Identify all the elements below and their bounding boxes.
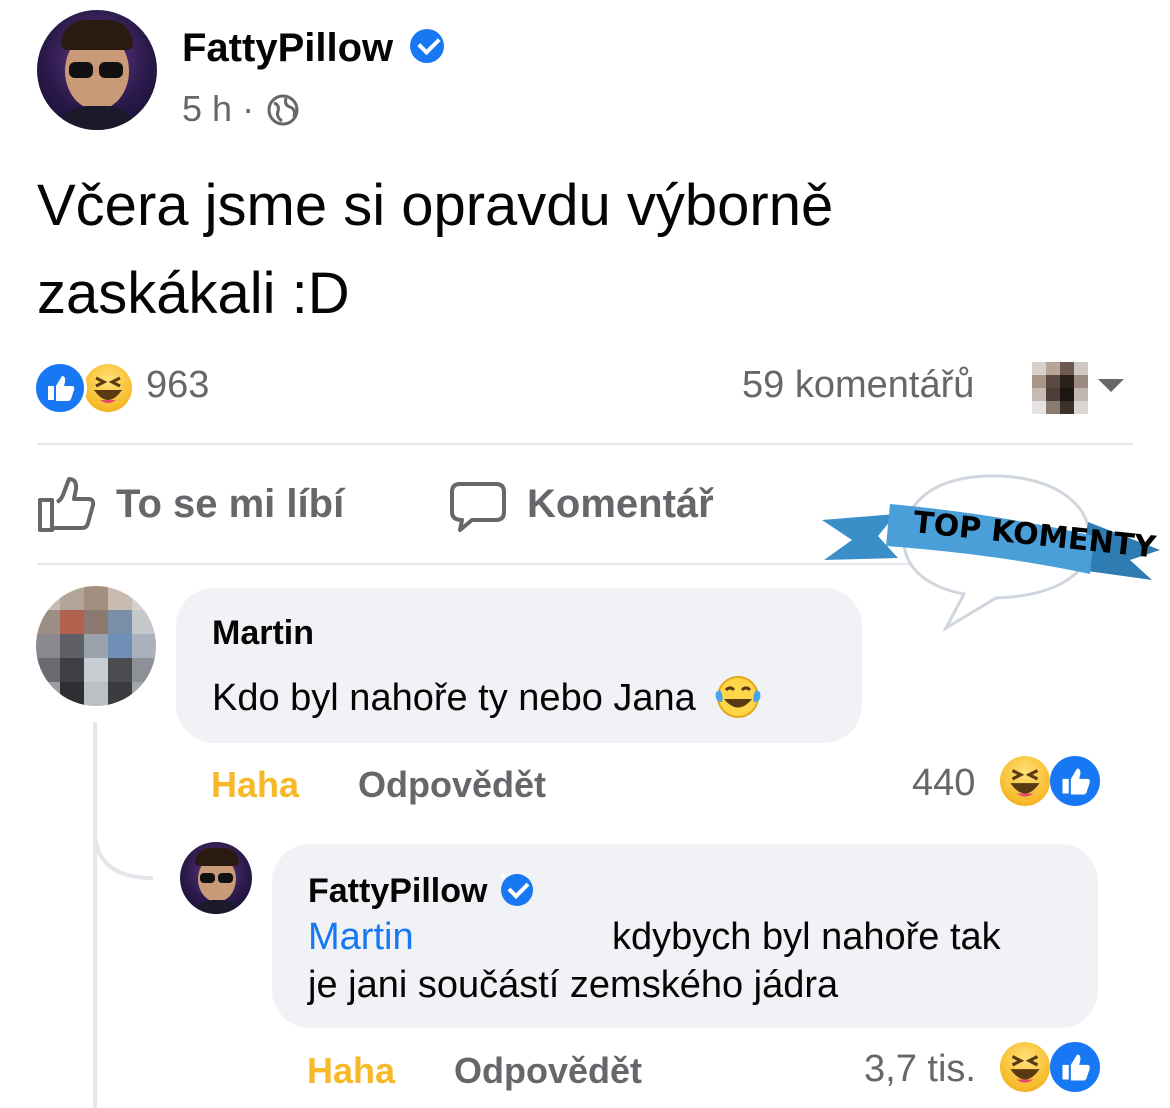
reply-button[interactable]: Odpovědět [358, 764, 546, 806]
comment-bubble[interactable]: Martin Kdo byl nahoře ty nebo Jana [176, 588, 862, 743]
post-author-name[interactable]: FattyPillow [182, 26, 445, 71]
haha-reaction-icon [84, 364, 132, 412]
comment-avatar-pixelated[interactable] [36, 586, 156, 706]
like-reaction-icon [1047, 1039, 1103, 1095]
reply-text-line1: Martin kdybych byl nahoře tak [308, 916, 1001, 958]
haha-reaction-button[interactable]: Haha [307, 1050, 395, 1092]
comment-outline-icon[interactable] [450, 480, 506, 534]
comment-author[interactable]: Martin [212, 614, 314, 653]
reply-reaction-count[interactable]: 3,7 tis. [864, 1048, 976, 1091]
haha-reaction-button[interactable]: Haha [211, 764, 299, 806]
post-time[interactable]: 5 h [182, 88, 232, 129]
top-comments-badge: TOP KOMENTY [822, 474, 1160, 633]
reply-thread-connector [93, 830, 154, 880]
comment-button[interactable]: Komentář [527, 482, 714, 527]
meta-separator: · [242, 88, 255, 129]
reply-button[interactable]: Odpovědět [454, 1050, 642, 1092]
verified-badge-icon [500, 874, 533, 907]
like-reaction-icon [1047, 753, 1103, 809]
reaction-count[interactable]: 963 [146, 364, 209, 407]
post-text: Včera jsme si opravdu výborně zaskákali … [37, 173, 834, 326]
comments-count[interactable]: 59 komentářů [742, 364, 974, 407]
like-reaction-icon [33, 361, 87, 415]
comment-text: Kdo byl nahoře ty nebo Jana [212, 672, 764, 722]
reply-author[interactable]: FattyPillow [308, 872, 533, 911]
reply-bubble[interactable]: FattyPillow Martin kdybych byl nahoře ta… [272, 844, 1098, 1028]
haha-reaction-icon [1000, 756, 1050, 806]
comment-reaction-count[interactable]: 440 [912, 762, 975, 805]
like-button[interactable]: To se mi líbí [116, 482, 344, 527]
reply-author-avatar[interactable] [180, 842, 252, 914]
crying-laughing-emoji-icon [715, 676, 761, 718]
commenter-avatar-pixelated[interactable] [1032, 362, 1088, 414]
reply-text-line2: je jani součástí zemského jádra [308, 964, 839, 1006]
verified-badge-icon [410, 29, 445, 64]
divider-top [37, 443, 1133, 445]
chevron-down-icon[interactable] [1096, 376, 1126, 396]
post-author-avatar[interactable] [37, 10, 157, 130]
haha-reaction-icon [1000, 1042, 1050, 1092]
reply-thread-line [93, 722, 97, 1108]
globe-icon [267, 94, 299, 126]
mention-link[interactable]: Martin [308, 916, 414, 958]
like-outline-icon[interactable] [36, 476, 96, 534]
post-meta: 5 h · [182, 88, 300, 130]
